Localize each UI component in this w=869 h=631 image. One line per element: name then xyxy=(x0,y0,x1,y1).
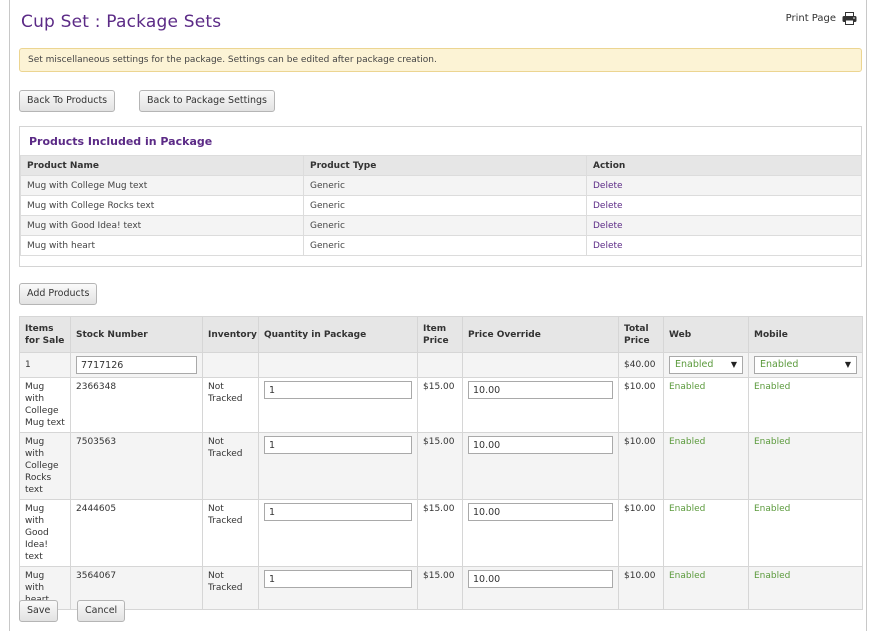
item-inventory: Not Tracked xyxy=(202,432,259,500)
item-price: $15.00 xyxy=(417,377,463,433)
cancel-button[interactable]: Cancel xyxy=(77,600,126,622)
column-header-item-price: Item Price xyxy=(417,316,463,353)
column-header-action: Action xyxy=(586,155,862,176)
mobile-status: Enabled xyxy=(748,499,863,567)
price-override-input[interactable] xyxy=(468,436,613,454)
empty-cell xyxy=(417,352,463,378)
empty-cell xyxy=(462,352,619,378)
mobile-status: Enabled xyxy=(748,432,863,500)
products-panel-title: Products Included in Package xyxy=(29,135,213,148)
info-banner: Set miscellaneous settings for the packa… xyxy=(19,48,862,72)
web-status: Enabled xyxy=(663,566,749,610)
item-stock-number: 2444605 xyxy=(70,499,203,567)
web-status: Enabled xyxy=(663,377,749,433)
package-items-table: Items for Sale Stock Number Inventory Qu… xyxy=(19,316,863,610)
package-item-count: 1 xyxy=(19,352,71,378)
delete-product-link[interactable]: Delete xyxy=(593,221,623,231)
delete-product-link[interactable]: Delete xyxy=(593,241,623,251)
save-button[interactable]: Save xyxy=(19,600,59,622)
package-stock-number-input[interactable] xyxy=(76,356,197,374)
web-status: Enabled xyxy=(663,432,749,500)
chevron-down-icon: ▼ xyxy=(730,360,737,369)
column-header-product-name: Product Name xyxy=(20,155,304,176)
web-status-value: Enabled xyxy=(675,359,714,370)
print-page-link[interactable]: Print Page xyxy=(786,12,857,25)
column-header-web: Web xyxy=(663,316,749,353)
column-header-mobile: Mobile xyxy=(748,316,863,353)
product-name: Mug with Good Idea! text xyxy=(20,215,304,236)
item-inventory: Not Tracked xyxy=(202,566,259,610)
products-table-header: Product Name Product Type Action xyxy=(20,155,862,176)
package-item-row: Mug with Good Idea! text 2444605 Not Tra… xyxy=(19,499,863,567)
web-status: Enabled xyxy=(663,499,749,567)
item-price: $15.00 xyxy=(417,499,463,567)
item-total-price: $10.00 xyxy=(618,499,664,567)
mobile-status-select[interactable]: Enabled ▼ xyxy=(754,356,857,374)
item-total-price: $10.00 xyxy=(618,566,664,610)
page-title: Cup Set : Package Sets xyxy=(21,12,222,32)
item-total-price: $10.00 xyxy=(618,377,664,433)
mobile-status: Enabled xyxy=(748,566,863,610)
mobile-status-value: Enabled xyxy=(760,359,799,370)
product-name: Mug with heart xyxy=(20,235,304,256)
quantity-input[interactable] xyxy=(264,436,412,454)
item-name: Mug with College Rocks text xyxy=(19,432,71,500)
column-header-total-price: Total Price xyxy=(618,316,664,353)
print-page-label: Print Page xyxy=(785,13,836,24)
items-table-header: Items for Sale Stock Number Inventory Qu… xyxy=(19,316,863,353)
delete-product-link[interactable]: Delete xyxy=(593,181,623,191)
item-total-price: $10.00 xyxy=(618,432,664,500)
product-type: Generic xyxy=(303,215,587,236)
package-item-row: Mug with College Mug text 2366348 Not Tr… xyxy=(19,377,863,433)
item-inventory: Not Tracked xyxy=(202,377,259,433)
item-inventory: Not Tracked xyxy=(202,499,259,567)
products-table: Product Name Product Type Action Mug wit… xyxy=(20,155,862,256)
quantity-input[interactable] xyxy=(264,570,412,588)
back-to-package-settings-button[interactable]: Back to Package Settings xyxy=(139,90,276,112)
product-type: Generic xyxy=(303,235,587,256)
price-override-input[interactable] xyxy=(468,503,613,521)
product-name: Mug with College Rocks text xyxy=(20,195,304,216)
column-header-quantity: Quantity in Package xyxy=(258,316,418,353)
price-override-input[interactable] xyxy=(468,381,613,399)
item-stock-number: 2366348 xyxy=(70,377,203,433)
empty-cell xyxy=(202,352,259,378)
item-name: Mug with Good Idea! text xyxy=(19,499,71,567)
back-to-products-button[interactable]: Back To Products xyxy=(19,90,116,112)
product-row: Mug with heart Generic Delete xyxy=(20,235,862,256)
add-products-button[interactable]: Add Products xyxy=(19,283,98,305)
item-price: $15.00 xyxy=(417,566,463,610)
package-item-row: Mug with heart 3564067 Not Tracked $15.0… xyxy=(19,566,863,610)
product-type: Generic xyxy=(303,175,587,196)
item-price: $15.00 xyxy=(417,432,463,500)
item-name: Mug with College Mug text xyxy=(19,377,71,433)
product-row: Mug with College Rocks text Generic Dele… xyxy=(20,195,862,216)
empty-cell xyxy=(258,352,418,378)
column-header-product-type: Product Type xyxy=(303,155,587,176)
column-header-items-for-sale: Items for Sale xyxy=(19,316,71,353)
delete-product-link[interactable]: Delete xyxy=(593,201,623,211)
column-header-price-override: Price Override xyxy=(462,316,619,353)
package-total-price: $40.00 xyxy=(618,352,664,378)
quantity-input[interactable] xyxy=(264,503,412,521)
package-item-row: Mug with College Rocks text 7503563 Not … xyxy=(19,432,863,500)
column-header-stock-number: Stock Number xyxy=(70,316,203,353)
quantity-input[interactable] xyxy=(264,381,412,399)
item-stock-number: 7503563 xyxy=(70,432,203,500)
mobile-status: Enabled xyxy=(748,377,863,433)
web-status-select[interactable]: Enabled ▼ xyxy=(669,356,743,374)
products-panel: Products Included in Package Product Nam… xyxy=(19,126,862,267)
price-override-input[interactable] xyxy=(468,570,613,588)
product-row: Mug with College Mug text Generic Delete xyxy=(20,175,862,196)
product-row: Mug with Good Idea! text Generic Delete xyxy=(20,215,862,236)
package-base-row: 1 $40.00 Enabled ▼ Enabled ▼ xyxy=(19,352,863,378)
printer-icon xyxy=(842,12,857,25)
column-header-inventory: Inventory xyxy=(202,316,259,353)
chevron-down-icon: ▼ xyxy=(844,360,851,369)
product-name: Mug with College Mug text xyxy=(20,175,304,196)
product-type: Generic xyxy=(303,195,587,216)
